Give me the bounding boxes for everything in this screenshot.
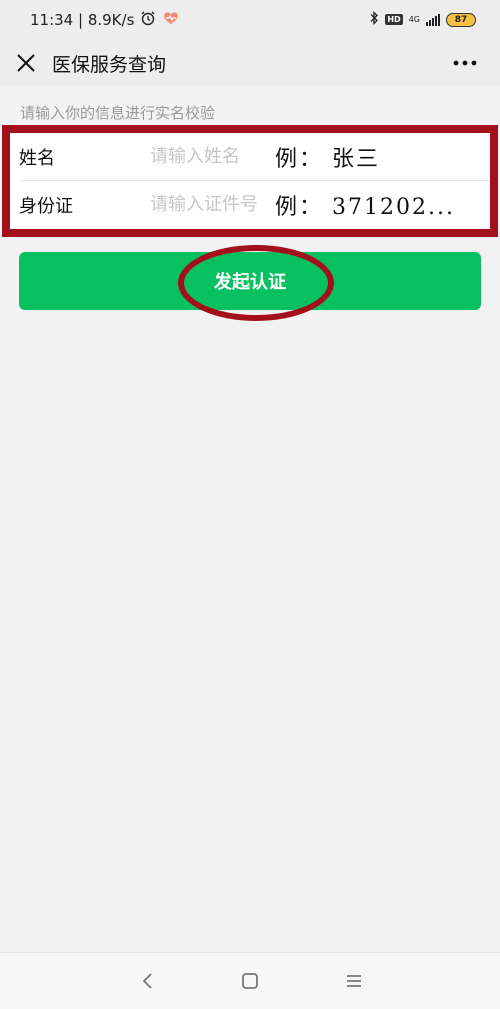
health-icon	[162, 10, 180, 30]
submit-button[interactable]: 发起认证	[19, 252, 481, 310]
id-row: 身份证 例： 371202...	[10, 181, 490, 228]
network-label: 4G	[408, 15, 420, 24]
form-hint: 请输入你的信息进行实名校验	[20, 104, 216, 122]
nav-bar: 医保服务查询	[0, 40, 500, 86]
menu-icon	[347, 975, 361, 987]
name-input[interactable]	[150, 141, 275, 171]
home-icon	[242, 973, 258, 989]
system-nav-bar	[0, 952, 500, 1009]
name-row: 姓名 例： 张三	[10, 133, 490, 180]
id-example: 例： 371202...	[275, 194, 455, 220]
name-example: 例： 张三	[275, 146, 380, 172]
home-button[interactable]	[236, 967, 264, 995]
alarm-icon	[140, 10, 156, 30]
hd-badge: HD	[385, 14, 403, 25]
page-title: 医保服务查询	[52, 54, 167, 76]
id-label: 身份证	[19, 195, 73, 217]
close-button[interactable]	[12, 49, 40, 77]
status-time-speed: 11:34 | 8.9K/s	[30, 11, 135, 29]
battery-level: 87	[454, 14, 468, 25]
form-card: 姓名 例： 张三 身份证 例： 371202...	[10, 133, 490, 229]
status-right: HD 4G 87	[369, 10, 476, 28]
back-icon	[142, 973, 152, 989]
more-button[interactable]	[450, 50, 480, 76]
more-icon	[453, 60, 477, 66]
back-button[interactable]	[134, 967, 162, 995]
name-label: 姓名	[19, 147, 55, 169]
menu-button[interactable]	[340, 967, 368, 995]
signal-icon	[426, 13, 440, 26]
status-bar: 11:34 | 8.9K/s HD 4G 87	[0, 0, 500, 40]
bluetooth-icon	[369, 10, 379, 28]
battery-icon: 87	[446, 12, 476, 27]
status-left: 11:34 | 8.9K/s	[30, 10, 180, 30]
id-input[interactable]	[150, 189, 275, 219]
close-icon	[17, 54, 35, 72]
